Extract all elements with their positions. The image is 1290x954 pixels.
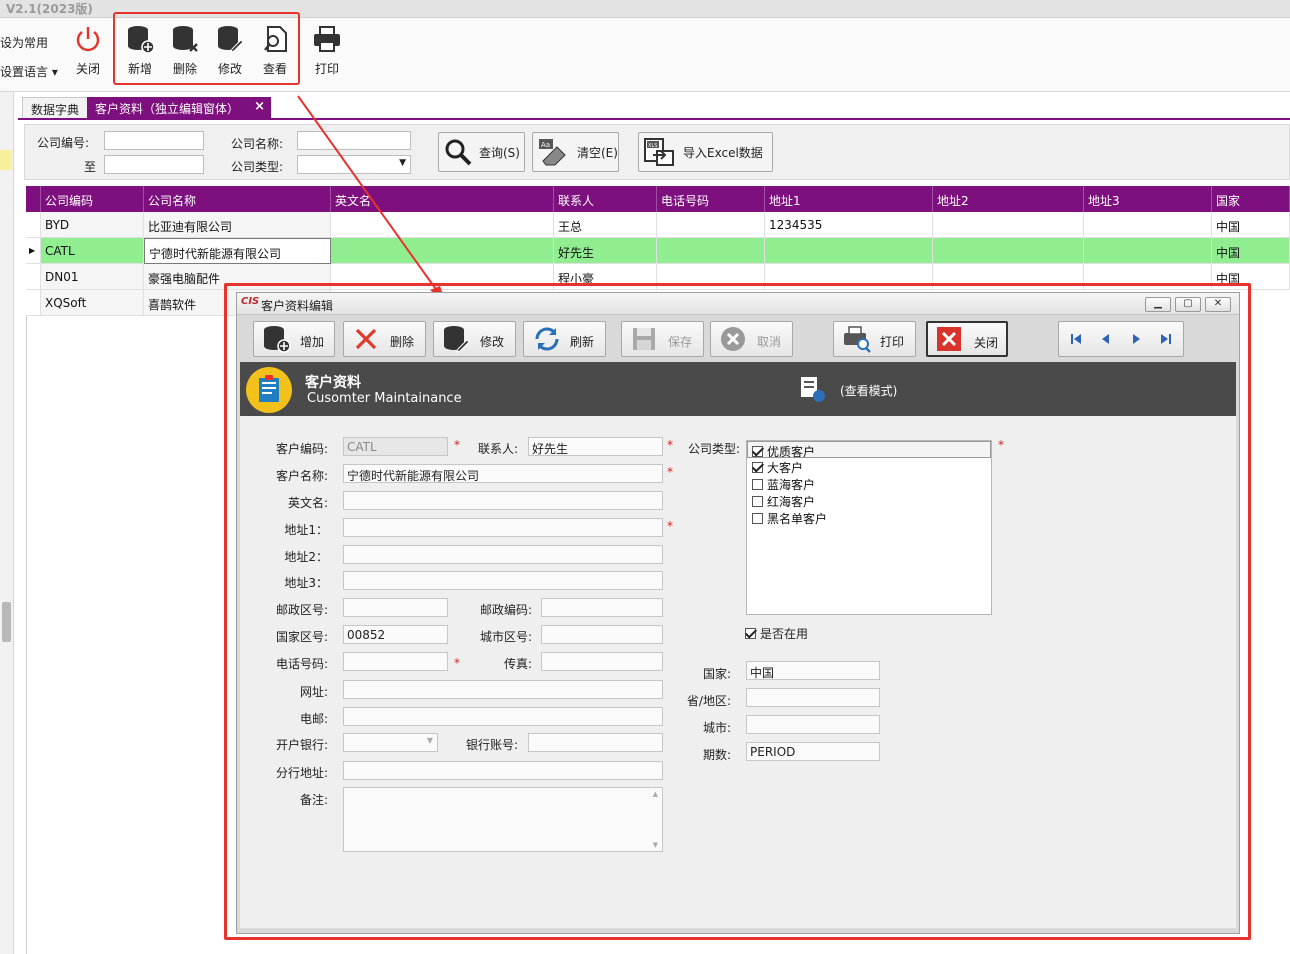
excel-import-icon: XLS xyxy=(644,138,674,166)
left-nav-marker xyxy=(0,150,12,170)
power-icon xyxy=(76,27,100,52)
col-header-addr2[interactable]: 地址2 xyxy=(933,186,1084,212)
col-header-phone[interactable]: 电话号码 xyxy=(657,186,765,212)
cell-country[interactable]: 中国 xyxy=(1212,238,1290,264)
cell-contact[interactable]: 好先生 xyxy=(554,238,657,264)
grid-indicator-header xyxy=(26,186,41,212)
close-label: 关闭 xyxy=(75,62,100,76)
company-name-label: 公司名称: xyxy=(231,137,284,151)
cell-addr3[interactable] xyxy=(1084,238,1212,264)
tab-underline xyxy=(18,118,1290,120)
annotation-dialog-outline xyxy=(224,283,1251,940)
cell-phone[interactable] xyxy=(657,238,765,264)
annotation-arrow xyxy=(297,95,446,303)
annotation-highlight-box xyxy=(113,12,300,85)
cell-contact[interactable]: 王总 xyxy=(554,212,657,238)
row-indicator[interactable] xyxy=(26,264,41,290)
col-header-addr3[interactable]: 地址3 xyxy=(1084,186,1212,212)
col-header-contact[interactable]: 联系人 xyxy=(554,186,657,212)
app-title: V2.1(2023版) xyxy=(6,2,93,16)
close-ribbon-button[interactable]: 关闭 xyxy=(66,24,110,77)
col-header-code[interactable]: 公司编码 xyxy=(41,186,144,212)
print-ribbon-button[interactable]: 打印 xyxy=(305,24,349,77)
cell-code[interactable]: DN01 xyxy=(41,264,144,290)
to-label: 至 xyxy=(84,160,97,174)
cell-addr1[interactable] xyxy=(765,238,933,264)
company-code-to-input[interactable] xyxy=(104,155,204,174)
company-type-label: 公司类型: xyxy=(231,160,284,174)
row-selected-indicator-icon[interactable]: ▶ xyxy=(26,238,41,264)
cell-code[interactable]: BYD xyxy=(41,212,144,238)
company-code-label: 公司编号: xyxy=(37,136,90,150)
svg-text:Aa: Aa xyxy=(541,141,550,149)
svg-text:XLS: XLS xyxy=(648,143,657,149)
cell-code[interactable]: XQSoft xyxy=(41,290,144,316)
row-indicator[interactable] xyxy=(26,290,41,316)
company-code-from-input[interactable] xyxy=(104,131,204,150)
cell-code[interactable]: CATL xyxy=(41,238,144,264)
print-label: 打印 xyxy=(314,62,339,76)
left-scroll-thumb[interactable] xyxy=(2,602,11,642)
import-excel-button[interactable]: XLS 导入Excel数据 xyxy=(638,132,773,172)
cell-addr2[interactable] xyxy=(933,238,1084,264)
tab-data-dictionary[interactable]: 数据字典 xyxy=(22,97,88,119)
cell-addr3[interactable] xyxy=(1084,212,1212,238)
left-nav-strip[interactable] xyxy=(0,92,14,954)
tab-close-icon[interactable]: × xyxy=(254,99,265,114)
cell-country[interactable]: 中国 xyxy=(1212,212,1290,238)
set-language-button[interactable]: 设置语言 ▾ xyxy=(0,63,58,80)
printer-icon xyxy=(314,26,340,52)
clear-button[interactable]: Aa 清空(E) xyxy=(532,132,619,172)
cell-addr1[interactable]: 1234535 xyxy=(765,212,933,238)
grid-left-border xyxy=(26,316,27,954)
tab-customer-info[interactable]: 客户资料（独立编辑窗体） × xyxy=(87,97,271,119)
row-indicator[interactable] xyxy=(26,212,41,238)
cell-phone[interactable] xyxy=(657,212,765,238)
cell-addr2[interactable] xyxy=(933,212,1084,238)
col-header-addr1[interactable]: 地址1 xyxy=(765,186,933,212)
col-header-country[interactable]: 国家 xyxy=(1212,186,1290,212)
set-common-button[interactable]: 设为常用 xyxy=(0,34,48,51)
eraser-icon: Aa xyxy=(539,139,566,166)
